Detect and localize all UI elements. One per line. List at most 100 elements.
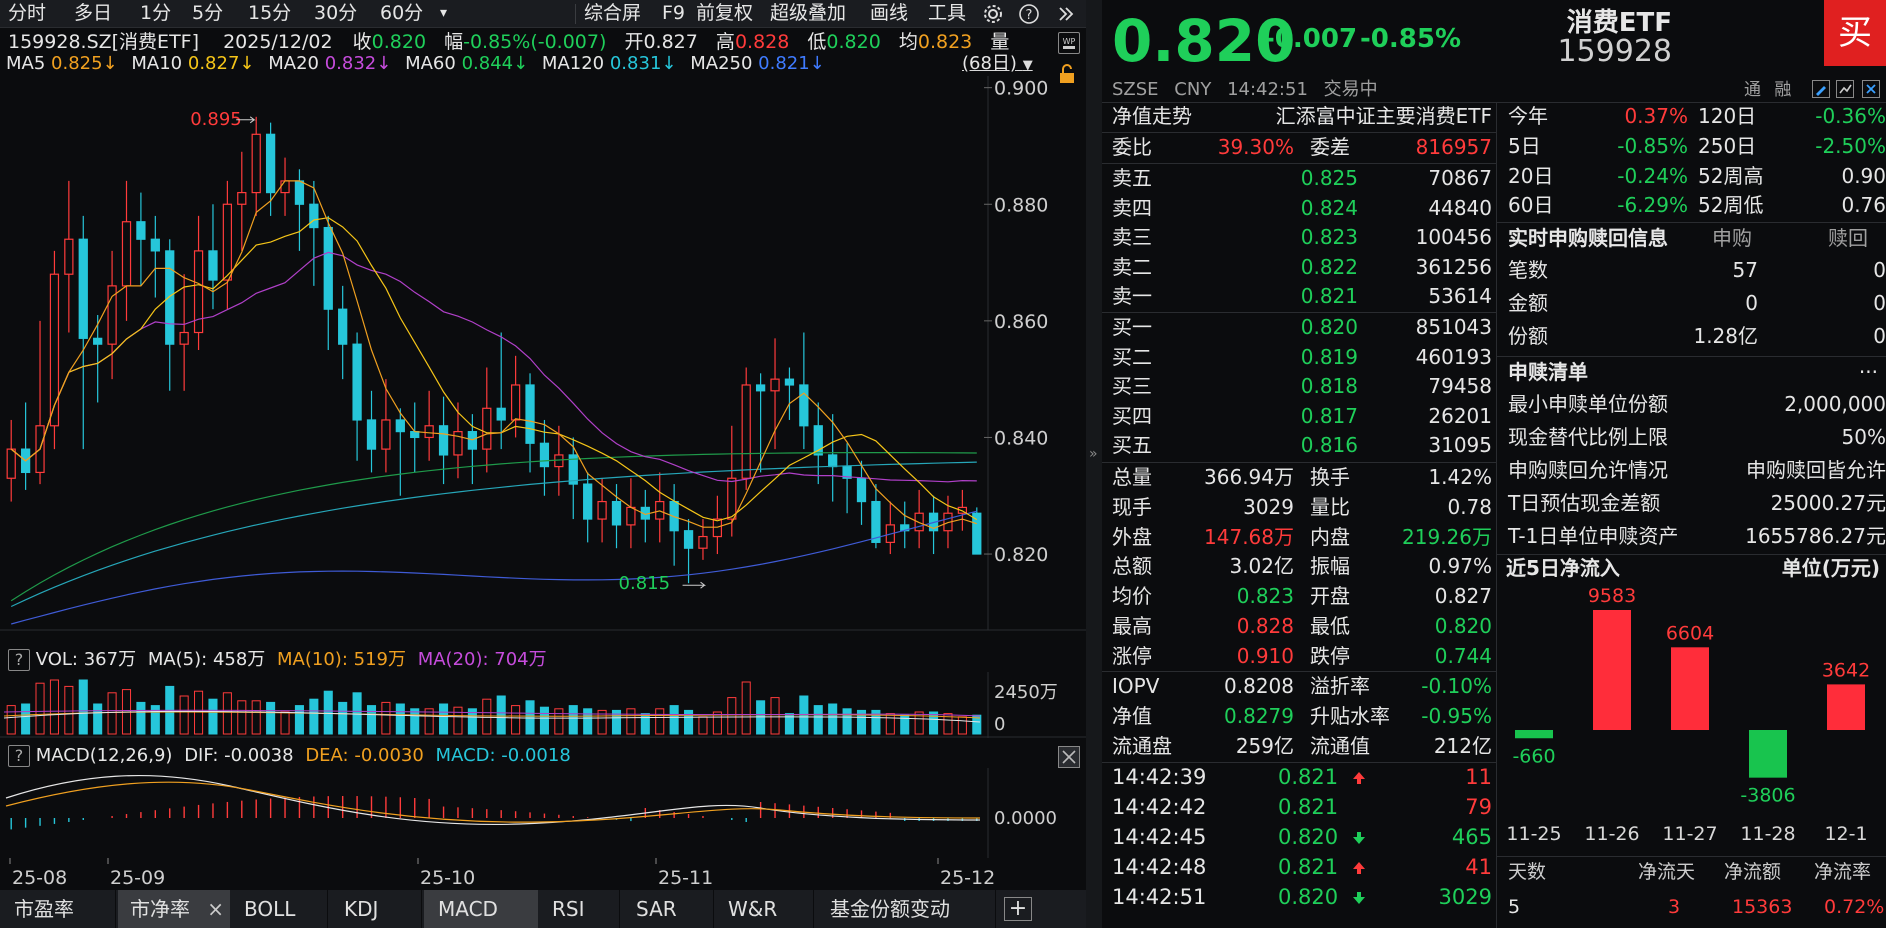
buy-button[interactable]: 买 bbox=[1824, 0, 1886, 66]
bid-row[interactable]: 买二 0.819 460193 bbox=[1112, 343, 1492, 372]
help-icon[interactable]: ? bbox=[1018, 0, 1040, 28]
netflow-bar[interactable] bbox=[1827, 684, 1865, 730]
volume-bar bbox=[410, 708, 420, 735]
volume-chart[interactable]: 2450万 0 bbox=[0, 672, 1086, 738]
tab-sar[interactable]: SAR bbox=[622, 890, 714, 928]
candle-body bbox=[323, 226, 333, 310]
ask-row[interactable]: 卖一 0.821 53614 bbox=[1112, 282, 1492, 311]
bid-row[interactable]: 买一 0.820 851043 bbox=[1112, 313, 1492, 342]
ask-row[interactable]: 卖四 0.824 44840 bbox=[1112, 194, 1492, 223]
period-tab-15min[interactable]: 15分 bbox=[248, 0, 291, 28]
days-dropdown-icon[interactable]: ▼ bbox=[1023, 58, 1033, 73]
subscribe-value: 0 bbox=[1873, 258, 1886, 282]
tab-wr[interactable]: W&R bbox=[716, 890, 814, 928]
candlestick-chart[interactable]: 0.900 0.880 0.860 0.840 0.820 0.895 0.815 bbox=[0, 76, 1086, 634]
subscribe-value: 0 bbox=[1873, 324, 1886, 348]
period-tab-30min[interactable]: 30分 bbox=[314, 0, 357, 28]
tab-macd[interactable]: MACD bbox=[424, 890, 538, 928]
period-tab-fenshi[interactable]: 分时 bbox=[8, 0, 46, 28]
book-price: 0.821 bbox=[1300, 284, 1358, 309]
candle-body bbox=[583, 483, 593, 520]
tick-row[interactable]: 14:42:51 0.820 3029 bbox=[1112, 883, 1492, 912]
bid-row[interactable]: 买三 0.818 79458 bbox=[1112, 372, 1492, 401]
ask-row[interactable]: 卖五 0.825 70867 bbox=[1112, 164, 1492, 193]
tab-pe[interactable]: 市盈率 bbox=[0, 890, 116, 928]
f9-button[interactable]: F9 bbox=[662, 0, 685, 28]
book-level-label: 卖三 bbox=[1112, 225, 1152, 250]
tab-pb[interactable]: 市净率 × bbox=[118, 890, 230, 928]
volume-bar bbox=[741, 681, 751, 735]
tick-row[interactable]: 14:42:39 0.821 11 bbox=[1112, 763, 1492, 792]
chart-link-icon[interactable] bbox=[1836, 80, 1854, 98]
bid-row[interactable]: 买五 0.816 31095 bbox=[1112, 431, 1492, 460]
close-panel-icon[interactable] bbox=[1862, 80, 1880, 98]
tick-volume: 11 bbox=[1465, 765, 1492, 789]
tick-row[interactable]: 14:42:45 0.820 465 bbox=[1112, 823, 1492, 852]
volume-bar bbox=[366, 705, 377, 735]
book-level-label: 卖五 bbox=[1112, 166, 1152, 190]
stat-label: 内盘 bbox=[1310, 524, 1350, 549]
tick-row[interactable]: 14:42:42 0.821 79 bbox=[1112, 793, 1492, 822]
stat-value: 0.8279 bbox=[1224, 704, 1294, 728]
low-arrow bbox=[682, 581, 707, 589]
macd-chart[interactable]: 0.0000 bbox=[0, 768, 1086, 858]
close-macd-icon[interactable] bbox=[1058, 746, 1080, 768]
wp-icon[interactable]: WP bbox=[1058, 32, 1080, 54]
tab-rsi[interactable]: RSI bbox=[540, 890, 620, 928]
perf-label: 52周低 bbox=[1698, 193, 1764, 218]
more-icon[interactable]: ··· bbox=[1859, 358, 1878, 387]
tick-row[interactable]: 14:42:48 0.821 41 bbox=[1112, 853, 1492, 882]
period-tab-multiday[interactable]: 多日 bbox=[74, 0, 112, 28]
tab-boll[interactable]: BOLL bbox=[232, 890, 328, 928]
macd-help-icon[interactable]: ? bbox=[8, 745, 30, 767]
netflow-chart[interactable]: -660 11-25 9583 11-26 6604 11-27 -3806 11-28 364… bbox=[1496, 584, 1886, 854]
stat-row: 流通盘 259亿 流通值 212亿 bbox=[1112, 732, 1492, 761]
expand-right-icon[interactable] bbox=[1056, 0, 1076, 28]
ask-row[interactable]: 卖三 0.823 100456 bbox=[1112, 223, 1492, 252]
redeem-label: T-1日单位申赎资产 bbox=[1508, 524, 1679, 548]
period-tab-60min[interactable]: 60分 bbox=[380, 0, 423, 28]
volume-bar bbox=[107, 692, 117, 735]
candle-body bbox=[496, 407, 506, 421]
period-tab-1min[interactable]: 1分 bbox=[140, 0, 171, 28]
book-level-label: 卖二 bbox=[1112, 254, 1152, 279]
subscribe-value: 57 bbox=[1732, 258, 1758, 282]
tools-button[interactable]: 工具 bbox=[928, 0, 966, 28]
ask-row[interactable]: 卖二 0.822 361256 bbox=[1112, 253, 1492, 282]
down-arrow-icon bbox=[1353, 892, 1365, 904]
overlay-button[interactable]: 超级叠加 bbox=[770, 0, 846, 28]
edit-icon[interactable] bbox=[1812, 80, 1830, 98]
panel-divider[interactable]: » bbox=[1086, 0, 1102, 928]
netflow-bar[interactable] bbox=[1749, 730, 1787, 778]
stat-label: 现手 bbox=[1112, 494, 1152, 519]
settings-gear-icon[interactable] bbox=[982, 0, 1004, 28]
netflow-bar[interactable] bbox=[1515, 730, 1553, 739]
vol-help-icon[interactable]: ? bbox=[8, 649, 30, 671]
nav-trend-row[interactable]: 净值走势 汇添富中证主要消费ETF bbox=[1112, 102, 1492, 131]
period-dropdown-icon[interactable]: ▾ bbox=[440, 0, 447, 28]
netflow-bar[interactable] bbox=[1593, 610, 1631, 730]
bid-row[interactable]: 买四 0.817 26201 bbox=[1112, 402, 1492, 431]
pre-adjust-button[interactable]: 前复权 bbox=[696, 0, 753, 28]
volume-bar bbox=[568, 705, 578, 735]
period-tab-5min[interactable]: 5分 bbox=[192, 0, 223, 28]
netflow-summary-values: 5 3 15363 0.72% bbox=[1508, 893, 1886, 922]
volume-bar bbox=[424, 708, 434, 735]
vol-ma20: MA(20): 704万 bbox=[417, 649, 547, 670]
tab-kdj[interactable]: KDJ bbox=[330, 890, 422, 928]
days-selector[interactable]: (68日) ▼ bbox=[962, 50, 1033, 78]
tab-fund-share[interactable]: 基金份额变动 bbox=[816, 890, 996, 928]
perf-value: -0.24% bbox=[1617, 163, 1688, 188]
vol-ma5: MA(5): 458万 bbox=[147, 649, 266, 670]
collapse-icon[interactable]: » bbox=[1089, 446, 1098, 462]
tab-pb-close-icon[interactable]: × bbox=[207, 890, 224, 928]
volume-bar bbox=[64, 685, 74, 735]
composite-screen-button[interactable]: 综合屏 bbox=[584, 0, 641, 28]
add-tab-icon[interactable]: + bbox=[1004, 897, 1032, 921]
draw-line-button[interactable]: 画线 bbox=[870, 0, 908, 28]
vol-header: ? VOL: 367万 MA(5): 458万 MA(10): 519万 MA(… bbox=[8, 646, 547, 674]
macd-dif: DIF: -0.0038 bbox=[184, 745, 294, 766]
book-volume: 53614 bbox=[1428, 284, 1492, 309]
netflow-bar[interactable] bbox=[1671, 647, 1709, 730]
redeem-row: T-1日单位申赎资产 1655786.27元 bbox=[1508, 522, 1886, 551]
